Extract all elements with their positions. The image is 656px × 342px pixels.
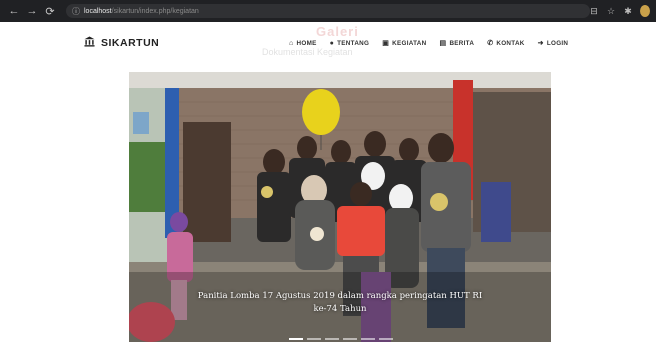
reload-icon[interactable]: ⟳ bbox=[42, 3, 58, 19]
carousel-indicator[interactable] bbox=[289, 338, 303, 340]
caption-line-2: ke-74 Tahun bbox=[313, 304, 367, 314]
extensions-icon[interactable]: ✱ bbox=[623, 4, 633, 18]
nav-item-label: LOGIN bbox=[546, 39, 569, 47]
bookmark-star-icon[interactable]: ☆ bbox=[606, 4, 616, 18]
institution-icon bbox=[84, 36, 95, 50]
nav-item-label: TENTANG bbox=[337, 39, 370, 47]
browser-toolbar: ← → ⟳ ⓘ localhost /sikartun/index.php/ke… bbox=[0, 0, 656, 22]
back-icon[interactable]: ← bbox=[6, 3, 22, 19]
nav-item-kegiatan[interactable]: ▣ KEGIATAN bbox=[382, 39, 427, 48]
nav-item-label: BERITA bbox=[449, 39, 475, 47]
caption-line-1: Panitia Lomba 17 Agustus 2019 dalam rang… bbox=[197, 291, 483, 301]
address-bar[interactable]: ⓘ localhost /sikartun/index.php/kegiatan bbox=[66, 4, 590, 18]
profile-avatar[interactable] bbox=[640, 4, 650, 18]
nav-item-label: KONTAK bbox=[496, 39, 525, 47]
nav-item-label: KEGIATAN bbox=[392, 39, 427, 47]
nav-item-label: HOME bbox=[296, 39, 317, 47]
carousel-indicator[interactable] bbox=[361, 338, 375, 340]
carousel-caption: Panitia Lomba 17 Agustus 2019 dalam rang… bbox=[129, 290, 551, 316]
page-subtitle: Dokumentasi Kegiatan bbox=[262, 47, 353, 57]
info-icon: ● bbox=[329, 39, 335, 47]
nav-item-tentang[interactable]: ● TENTANG bbox=[330, 39, 370, 47]
calendar-icon: ▣ bbox=[382, 40, 390, 47]
nav-item-berita[interactable]: ▤ BERITA bbox=[439, 39, 475, 48]
share-icon[interactable]: ⊟ bbox=[589, 4, 599, 18]
page-title: Galeri bbox=[316, 24, 359, 39]
carousel-indicators bbox=[289, 338, 393, 340]
url-path: /sikartun/index.php/kegiatan bbox=[111, 7, 199, 15]
home-icon: ⌂ bbox=[289, 39, 294, 47]
forward-icon[interactable]: → bbox=[24, 3, 40, 19]
newspaper-icon: ▤ bbox=[439, 40, 447, 47]
carousel-indicator[interactable] bbox=[379, 338, 393, 340]
gallery-carousel[interactable]: Panitia Lomba 17 Agustus 2019 dalam rang… bbox=[129, 72, 551, 342]
nav-item-kontak[interactable]: ✆ KONTAK bbox=[487, 39, 525, 48]
site-info-icon[interactable]: ⓘ bbox=[72, 6, 82, 17]
phone-icon: ✆ bbox=[487, 40, 494, 47]
sign-in-icon: ➜ bbox=[537, 40, 544, 47]
brand-logo[interactable]: SIKARTUN bbox=[84, 36, 159, 50]
brand-name: SIKARTUN bbox=[101, 37, 160, 49]
nav-item-home[interactable]: ⌂ HOME bbox=[289, 39, 317, 47]
carousel-indicator[interactable] bbox=[325, 338, 339, 340]
carousel-indicator[interactable] bbox=[343, 338, 357, 340]
main-menu: ⌂ HOME ● TENTANG ▣ KEGIATAN ▤ BERITA ✆ K… bbox=[289, 39, 569, 48]
carousel-indicator[interactable] bbox=[307, 338, 321, 340]
url-host: localhost bbox=[84, 7, 112, 15]
nav-item-login[interactable]: ➜ LOGIN bbox=[537, 39, 569, 48]
